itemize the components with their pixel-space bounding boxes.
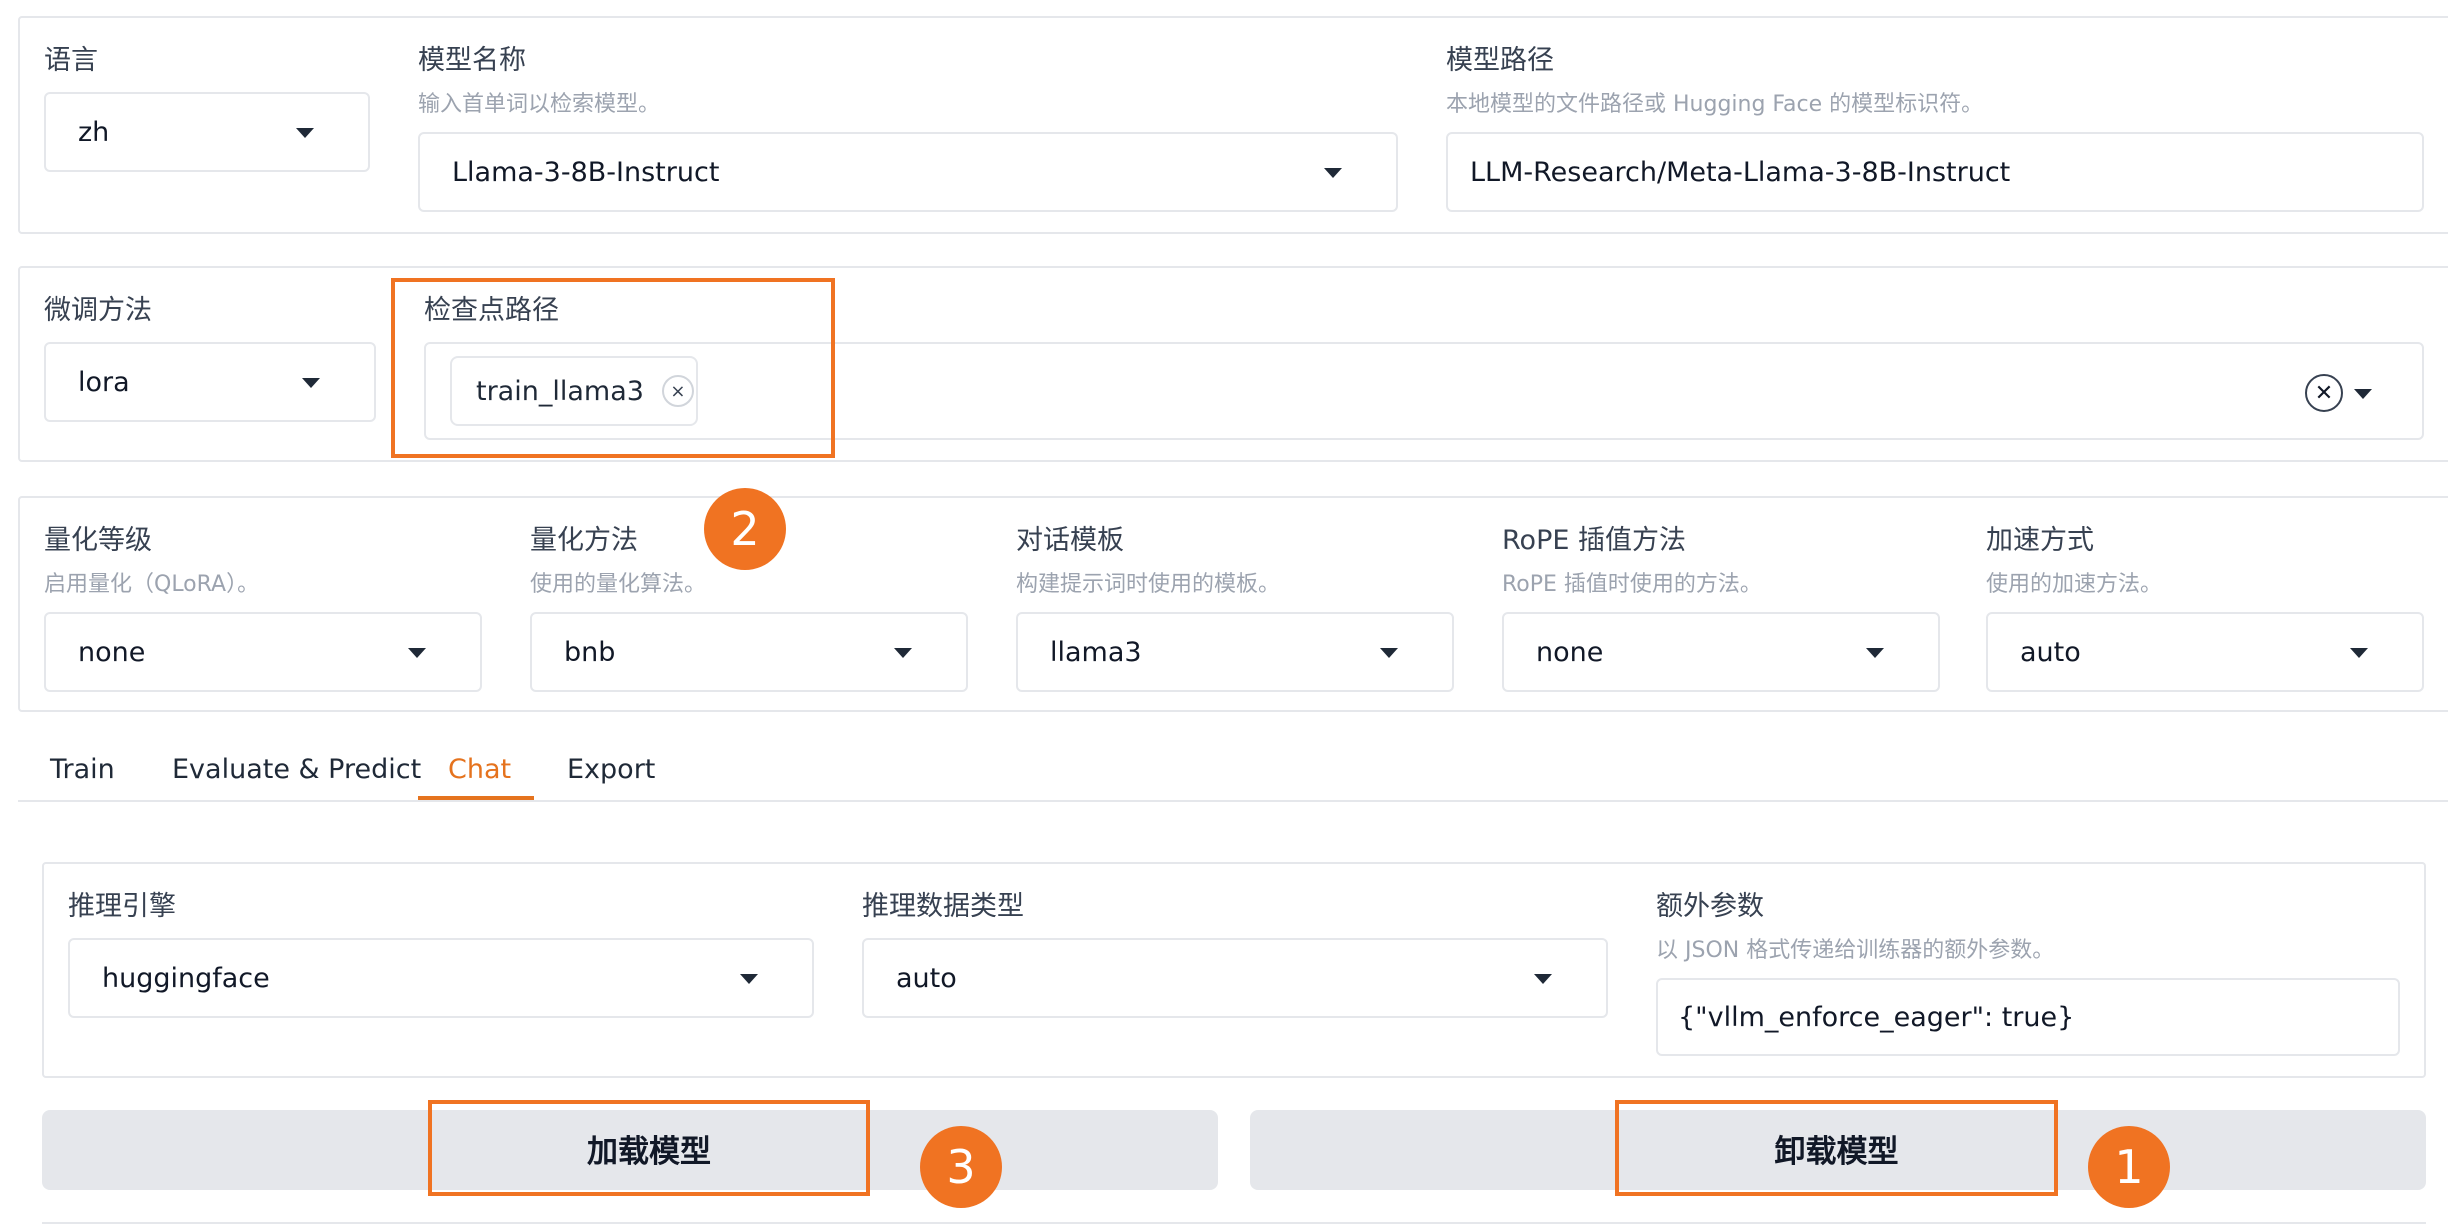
clear-icon[interactable]: ✕ bbox=[2305, 374, 2343, 412]
infer-backend-value: huggingface bbox=[102, 962, 270, 994]
chevron-down-icon bbox=[296, 128, 314, 138]
quant-bit-label: 量化等级 bbox=[44, 525, 152, 556]
template-value: llama3 bbox=[1050, 636, 1142, 668]
chevron-down-icon bbox=[894, 648, 912, 658]
tab-export[interactable]: Export bbox=[567, 754, 655, 785]
rope-select[interactable]: none bbox=[1502, 612, 1940, 692]
chevron-down-icon bbox=[2350, 648, 2368, 658]
infer-dtype-select[interactable]: auto bbox=[862, 938, 1608, 1018]
booster-value: auto bbox=[2020, 636, 2081, 668]
quant-bit-value: none bbox=[78, 636, 146, 668]
chevron-down-icon[interactable] bbox=[2354, 389, 2372, 399]
booster-label: 加速方式 bbox=[1986, 525, 2094, 556]
chevron-down-icon bbox=[1324, 168, 1342, 178]
highlight-box-checkpoint bbox=[391, 278, 835, 458]
model-name-hint: 输入首单词以检索模型。 bbox=[418, 92, 661, 117]
quant-method-value: bnb bbox=[564, 636, 616, 668]
tabs-divider bbox=[18, 800, 2448, 802]
rope-hint: RoPE 插值时使用的方法。 bbox=[1502, 572, 1762, 597]
booster-hint: 使用的加速方法。 bbox=[1986, 572, 2163, 597]
language-label: 语言 bbox=[44, 45, 98, 76]
template-hint: 构建提示词时使用的模板。 bbox=[1016, 572, 1281, 597]
booster-select[interactable]: auto bbox=[1986, 612, 2424, 692]
step-1-badge: 1 bbox=[2088, 1126, 2170, 1208]
chevron-down-icon bbox=[1866, 648, 1884, 658]
template-select[interactable]: llama3 bbox=[1016, 612, 1454, 692]
infer-dtype-label: 推理数据类型 bbox=[862, 891, 1024, 922]
language-select[interactable]: zh bbox=[44, 92, 370, 172]
finetune-method-label: 微调方法 bbox=[44, 295, 152, 326]
language-value: zh bbox=[78, 116, 110, 148]
tab-train[interactable]: Train bbox=[50, 754, 115, 785]
finetune-method-select[interactable]: lora bbox=[44, 342, 376, 422]
model-path-input[interactable]: LLM-Research/Meta-Llama-3-8B-Instruct bbox=[1446, 132, 2424, 212]
model-path-label: 模型路径 bbox=[1446, 45, 1554, 76]
quant-bit-hint: 启用量化（QLoRA）。 bbox=[44, 572, 260, 597]
model-name-select[interactable]: Llama-3-8B-Instruct bbox=[418, 132, 1398, 212]
highlight-box-load: 加载模型 bbox=[428, 1100, 870, 1196]
model-path-hint: 本地模型的文件路径或 Hugging Face 的模型标识符。 bbox=[1446, 92, 1984, 117]
chevron-down-icon bbox=[740, 974, 758, 984]
infer-backend-label: 推理引擎 bbox=[68, 891, 176, 922]
extra-args-value: {"vllm_enforce_eager": true} bbox=[1678, 1001, 2075, 1033]
extra-args-label: 额外参数 bbox=[1656, 891, 1764, 922]
rope-label: RoPE 插值方法 bbox=[1502, 525, 1686, 556]
template-label: 对话模板 bbox=[1016, 525, 1124, 556]
model-name-label: 模型名称 bbox=[418, 45, 526, 76]
step-2-badge: 2 bbox=[704, 488, 786, 570]
model-path-value: LLM-Research/Meta-Llama-3-8B-Instruct bbox=[1470, 156, 2011, 188]
step-3-badge: 3 bbox=[920, 1126, 1002, 1208]
quant-bit-select[interactable]: none bbox=[44, 612, 482, 692]
quant-method-hint: 使用的量化算法。 bbox=[530, 572, 707, 597]
finetune-method-value: lora bbox=[78, 366, 130, 398]
extra-args-hint: 以 JSON 格式传递给训练器的额外参数。 bbox=[1656, 938, 2055, 963]
chevron-down-icon bbox=[302, 378, 320, 388]
infer-dtype-value: auto bbox=[896, 962, 957, 994]
infer-backend-select[interactable]: huggingface bbox=[68, 938, 814, 1018]
quant-method-label: 量化方法 bbox=[530, 525, 638, 556]
chevron-down-icon bbox=[1534, 974, 1552, 984]
extra-args-input[interactable]: {"vllm_enforce_eager": true} bbox=[1656, 978, 2400, 1056]
quant-method-select[interactable]: bnb bbox=[530, 612, 968, 692]
highlight-box-unload: 卸载模型 bbox=[1615, 1100, 2058, 1196]
tab-evaluate-predict[interactable]: Evaluate & Predict bbox=[172, 754, 421, 785]
bottom-divider bbox=[42, 1222, 2426, 1224]
load-model-label: 加载模型 bbox=[587, 1133, 711, 1170]
unload-model-label: 卸载模型 bbox=[1774, 1133, 1899, 1170]
chevron-down-icon bbox=[408, 648, 426, 658]
model-name-value: Llama-3-8B-Instruct bbox=[452, 156, 720, 188]
chevron-down-icon bbox=[1380, 648, 1398, 658]
rope-value: none bbox=[1536, 636, 1604, 668]
tab-chat[interactable]: Chat bbox=[448, 754, 511, 785]
